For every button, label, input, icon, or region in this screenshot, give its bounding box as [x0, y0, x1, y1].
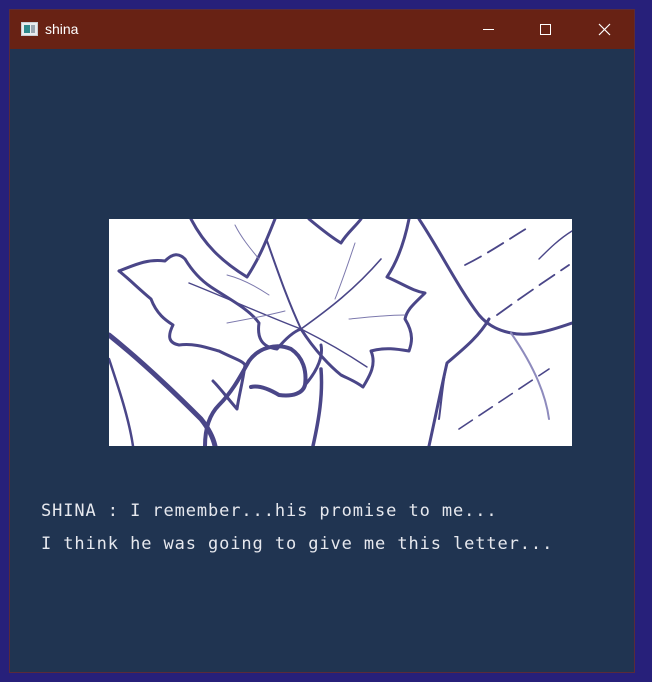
close-button[interactable] [575, 10, 633, 49]
minimize-icon [483, 29, 494, 30]
scene-illustration [109, 219, 572, 446]
minimize-button[interactable] [459, 10, 517, 49]
title-bar[interactable]: shina [10, 10, 634, 49]
close-icon [598, 23, 611, 36]
maple-leaf-sketch [109, 219, 572, 446]
app-window-icon [21, 22, 38, 36]
dialogue-line-1: SHINA : I remember...his promise to me..… [41, 501, 498, 521]
maximize-icon [540, 24, 551, 35]
window-title: shina [45, 21, 79, 37]
game-window: shina SHINA: I remember...his promise t… [10, 10, 634, 672]
dialogue-line-2: I think he was going to give me this let… [41, 534, 554, 554]
maximize-button[interactable] [517, 10, 575, 49]
